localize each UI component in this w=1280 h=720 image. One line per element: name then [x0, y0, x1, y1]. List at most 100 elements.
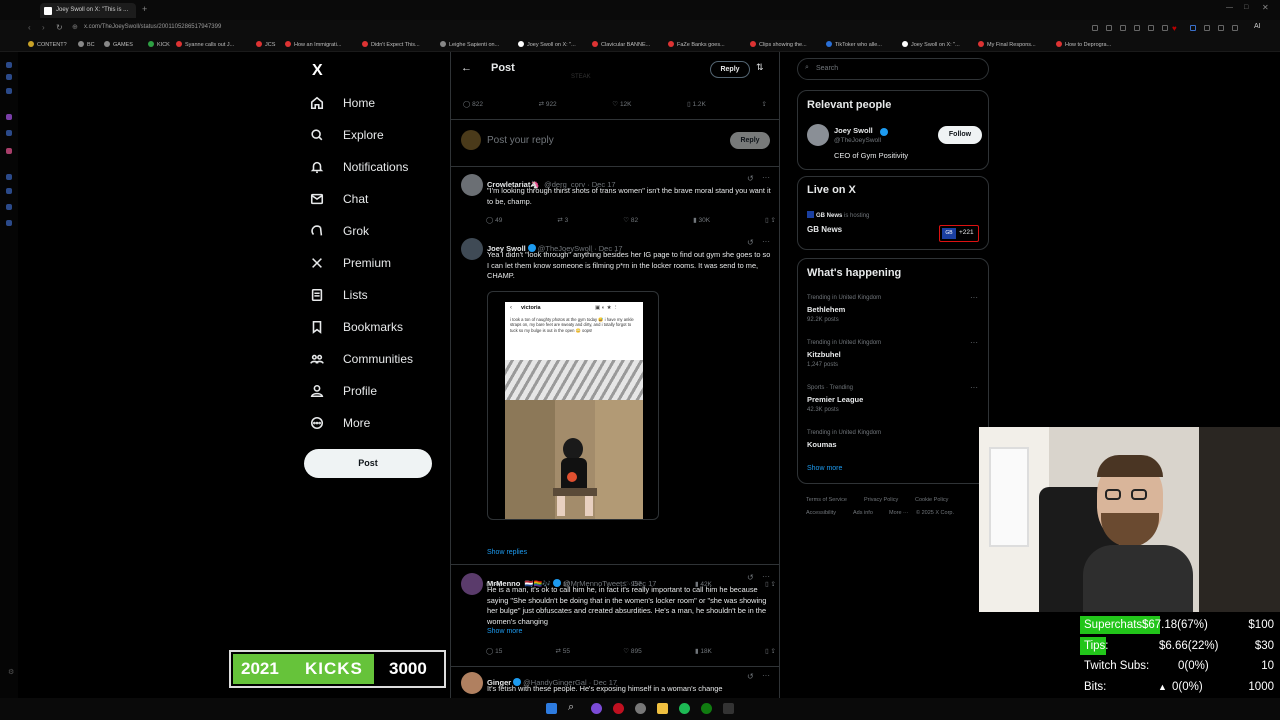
- trend-item[interactable]: Trending in United Kingdom Kitzbuhel 1,2…: [798, 338, 988, 378]
- bookmark-item[interactable]: CONTENT?: [28, 41, 67, 48]
- nav-item-profile[interactable]: Profile: [309, 379, 377, 403]
- bookmark-item[interactable]: TikToker who alle...: [826, 41, 882, 48]
- like-count[interactable]: ♡ 895: [623, 647, 642, 655]
- nav-item-more[interactable]: More: [309, 411, 370, 435]
- nav-item-chat[interactable]: Chat: [309, 187, 368, 211]
- sidebar-icon[interactable]: [6, 130, 12, 136]
- browser-tab-active[interactable]: Joey Swoll on X: "This is ...: [40, 3, 136, 18]
- bookmark-item[interactable]: Joey Swoll on X: "...: [902, 41, 960, 48]
- spotify-icon[interactable]: [679, 703, 690, 714]
- person-handle[interactable]: @TheJoeySwoll: [834, 137, 881, 144]
- like-count[interactable]: ♡ 82: [623, 216, 638, 224]
- menu-icon[interactable]: [1232, 25, 1238, 31]
- nav-item-home[interactable]: Home: [309, 91, 375, 115]
- trend-item[interactable]: Trending in United Kingdom Bethlehem 92.…: [798, 293, 988, 333]
- extension-icon[interactable]: [1134, 25, 1140, 31]
- sidebar-icon[interactable]: [6, 74, 12, 80]
- sidebar-icon[interactable]: [6, 148, 12, 154]
- minimize-icon[interactable]: —: [1226, 4, 1233, 11]
- reply-tweet[interactable]: MrMenno 🇳🇱🏳️‍🌈🎶 @MrMennoTweets · Dec 17 ↺…: [451, 569, 779, 661]
- nav-item-grok[interactable]: Grok: [309, 219, 369, 243]
- post-button[interactable]: Post: [304, 449, 432, 478]
- nav-item-premium[interactable]: Premium: [309, 251, 391, 275]
- bookmark-item[interactable]: JCS: [256, 41, 275, 48]
- reply-count[interactable]: ◯ 822: [463, 100, 483, 108]
- maximize-icon[interactable]: □: [1244, 4, 1248, 11]
- repost-count[interactable]: ⇄ 55: [556, 647, 571, 655]
- grok-icon[interactable]: ↺: [747, 238, 754, 247]
- repost-count[interactable]: ⇄ 922: [539, 100, 557, 108]
- nav-item-notifications[interactable]: Notifications: [309, 155, 408, 179]
- bookmark-share-icons[interactable]: ▯ ⇪: [765, 216, 776, 224]
- header-reply-button[interactable]: Reply: [710, 61, 750, 78]
- windows-start-icon[interactable]: [546, 703, 557, 714]
- more-options-icon[interactable]: ···: [970, 293, 978, 302]
- zoom-icon[interactable]: [1092, 25, 1098, 31]
- more-options-icon[interactable]: ···: [970, 383, 978, 392]
- view-count[interactable]: ▮ 30K: [693, 216, 710, 224]
- extension-icon[interactable]: [1204, 25, 1210, 31]
- app-icon[interactable]: [635, 703, 646, 714]
- bookmark-item[interactable]: FaZe Banks goes...: [668, 41, 725, 48]
- footer-link[interactable]: More ···: [889, 510, 909, 516]
- site-info-icon[interactable]: ⊕: [72, 23, 78, 31]
- reload-icon[interactable]: ↻: [56, 23, 63, 32]
- footer-link[interactable]: Cookie Policy: [915, 497, 948, 503]
- bookmark-item[interactable]: My Final Respons...: [978, 41, 1036, 48]
- grok-icon[interactable]: ↺: [747, 672, 754, 681]
- grok-icon[interactable]: ↺: [747, 174, 754, 183]
- settings-icon[interactable]: ⚙: [8, 668, 14, 676]
- composer-reply-button[interactable]: Reply: [730, 132, 770, 149]
- reply-count[interactable]: ◯ 49: [486, 216, 502, 224]
- reply-input[interactable]: Post your reply: [487, 135, 554, 146]
- live-host[interactable]: GB News is hosting: [807, 211, 869, 219]
- bookmark-item[interactable]: Clips showing the...: [750, 41, 807, 48]
- bookmark-share-icons[interactable]: ▯ ⇪: [765, 647, 776, 655]
- filter-icon[interactable]: ⇅: [756, 62, 764, 73]
- bookmark-item[interactable]: How to Deprogra...: [1056, 41, 1111, 48]
- footer-link[interactable]: Privacy Policy: [864, 497, 898, 503]
- more-options-icon[interactable]: ···: [762, 572, 770, 581]
- grok-icon[interactable]: ↺: [747, 573, 754, 582]
- bookmark-count[interactable]: ▯ 1.2K: [687, 100, 706, 108]
- nav-item-explore[interactable]: Explore: [309, 123, 384, 147]
- settings-icon[interactable]: [6, 220, 12, 226]
- file-explorer-icon[interactable]: [657, 703, 668, 714]
- more-options-icon[interactable]: ···: [762, 671, 770, 680]
- embedded-image[interactable]: ‹ victoria ▣ ◐ ★ ⋮ i took a ton of naugh…: [487, 291, 659, 520]
- sidebar-icon[interactable]: [6, 114, 12, 120]
- more-options-icon[interactable]: ···: [970, 338, 978, 347]
- nav-item-communities[interactable]: Communities: [309, 347, 413, 371]
- extension-icon[interactable]: [1162, 25, 1168, 31]
- repost-count[interactable]: ⇄ 3: [557, 216, 568, 224]
- new-tab-icon[interactable]: +: [142, 4, 147, 14]
- extension-icon[interactable]: [1190, 25, 1196, 31]
- sidebar-icon[interactable]: [6, 174, 12, 180]
- sidebar-icon[interactable]: [6, 62, 12, 68]
- x-logo[interactable]: X: [312, 62, 323, 80]
- reply-count[interactable]: ◯ 15: [486, 647, 502, 655]
- sidebar-icon[interactable]: [6, 88, 12, 94]
- nav-item-lists[interactable]: Lists: [309, 283, 368, 307]
- sidebar-icon[interactable]: [6, 204, 12, 210]
- show-more-link[interactable]: Show more: [487, 628, 522, 635]
- share-icon[interactable]: ⇪: [762, 100, 767, 108]
- show-replies-link[interactable]: Show replies: [487, 549, 527, 556]
- trend-item[interactable]: Trending in United Kingdom Koumas: [798, 428, 988, 454]
- more-options-icon[interactable]: ···: [762, 173, 770, 182]
- footer-link[interactable]: Ads info: [853, 510, 873, 516]
- app-icon[interactable]: [723, 703, 734, 714]
- live-listeners-badge[interactable]: GB +221: [939, 225, 979, 242]
- view-count[interactable]: ▮ 18K: [695, 647, 712, 655]
- translate-icon[interactable]: [1106, 25, 1112, 31]
- nav-item-bookmarks[interactable]: Bookmarks: [309, 315, 403, 339]
- bookmark-item[interactable]: How an Immigrati...: [285, 41, 341, 48]
- back-arrow-icon[interactable]: ←: [461, 62, 472, 74]
- xbox-icon[interactable]: [701, 703, 712, 714]
- sidebar-icon[interactable]: [6, 188, 12, 194]
- reply-tweet[interactable]: Crowletariat🦄 @derg_corv · Dec 17 ↺ ··· …: [451, 170, 779, 228]
- bookmark-item[interactable]: BC: [78, 41, 95, 48]
- footer-link[interactable]: Terms of Service: [806, 497, 847, 503]
- back-icon[interactable]: ‹: [28, 23, 31, 32]
- ai-icon[interactable]: AI: [1254, 23, 1261, 30]
